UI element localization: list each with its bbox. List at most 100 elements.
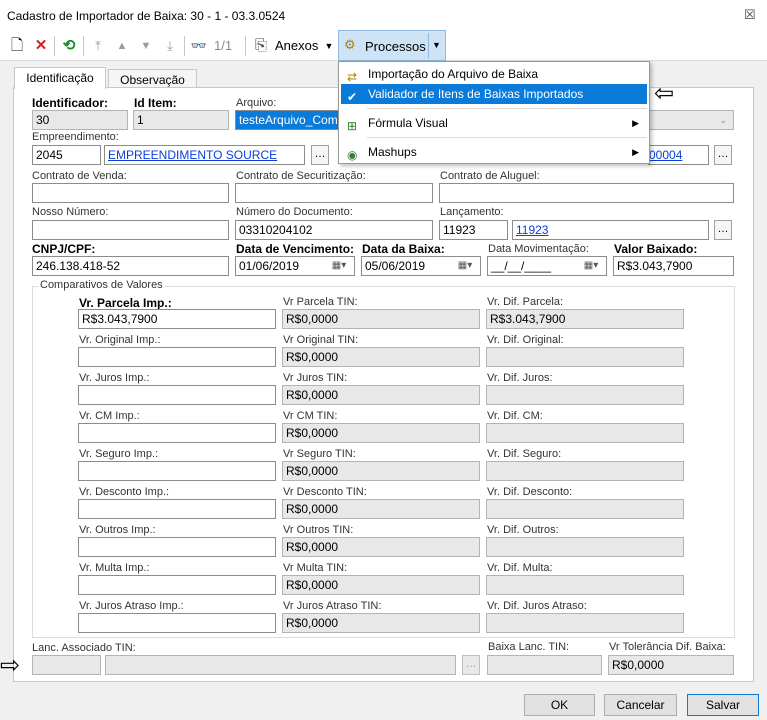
comparativo-tin-field[interactable]: R$0,0000	[282, 613, 480, 633]
next-record-icon[interactable]: ▼	[137, 36, 155, 56]
menu-item-label: Validador de Itens de Baixas Importados	[368, 87, 584, 101]
comparativo-imp-field[interactable]	[78, 461, 276, 481]
first-record-icon[interactable]: ⤒	[89, 36, 107, 56]
previous-record-icon[interactable]: ▲	[113, 36, 131, 56]
comparativo-dif-field[interactable]	[486, 423, 684, 443]
menu-item-mashups[interactable]: ◉ Mashups ▶	[341, 142, 647, 162]
empreendimento-code-field[interactable]: 2045	[32, 145, 101, 165]
data-baixa-label: Data da Baixa:	[362, 242, 445, 256]
delete-icon[interactable]: ✕	[33, 36, 49, 56]
lanc-associado-desc-field[interactable]	[105, 655, 456, 675]
empreendimento-lookup-button[interactable]: …	[311, 145, 329, 165]
comparativo-dif-label: Vr. Dif. Original:	[487, 334, 564, 346]
data-baixa-field[interactable]: 05/06/2019 ▦▾	[361, 256, 481, 276]
comparativo-dif-field[interactable]	[486, 499, 684, 519]
anexos-dropdown-icon[interactable]: ▼	[323, 36, 335, 56]
binoculars-icon[interactable]: 👓	[189, 36, 209, 56]
lancamento-lookup-button[interactable]: …	[714, 220, 732, 240]
data-vencimento-label: Data de Vencimento:	[236, 242, 355, 256]
toolbar-separator	[184, 36, 185, 56]
identificador-field[interactable]: 30	[32, 110, 128, 130]
data-movimentacao-field[interactable]: __/__/____ ▦▾	[487, 256, 607, 276]
contrato-aluguel-field[interactable]	[439, 183, 734, 203]
toolbar-separator	[245, 36, 246, 56]
comparativo-dif-field[interactable]	[486, 613, 684, 633]
contrato-venda-label: Contrato de Venda:	[32, 170, 127, 182]
lancamento-code-field[interactable]: 11923	[439, 220, 508, 240]
cancelar-button[interactable]: Cancelar	[604, 694, 677, 716]
tab-identificacao[interactable]: Identificação	[14, 67, 106, 89]
calendar-icon[interactable]: ▦▾	[577, 258, 605, 274]
comparativo-dif-field[interactable]	[486, 575, 684, 595]
processos-dropdown-icon[interactable]: ▼	[432, 40, 441, 50]
valor-baixado-label: Valor Baixado:	[614, 242, 698, 256]
contrato-aluguel-label: Contrato de Aluguel:	[440, 170, 540, 182]
comparativo-imp-field[interactable]	[78, 613, 276, 633]
new-document-icon[interactable]: 🗋	[9, 36, 25, 56]
comparativo-dif-field[interactable]: R$3.043,7900	[486, 309, 684, 329]
close-icon[interactable]: ☒	[744, 7, 756, 23]
comparativo-tin-label: Vr Desconto TIN:	[283, 486, 367, 498]
empreendimento-link[interactable]: EMPREENDIMENTO SOURCE	[104, 145, 305, 165]
vr-tolerancia-label: Vr Tolerância Dif. Baixa:	[609, 641, 726, 653]
calendar-icon[interactable]: ▦▾	[325, 258, 353, 274]
record-link[interactable]: 00004	[648, 145, 709, 165]
menu-separator	[367, 137, 647, 138]
comparativo-imp-label: Vr. Desconto Imp.:	[79, 486, 170, 498]
vr-tolerancia-field[interactable]: R$0,0000	[608, 655, 734, 675]
comparativo-tin-field[interactable]: R$0,0000	[282, 499, 480, 519]
comparativo-tin-label: Vr Juros TIN:	[283, 372, 348, 384]
lancamento-link[interactable]: 11923	[512, 220, 709, 240]
comparativo-imp-field[interactable]: R$3.043,7900	[78, 309, 276, 329]
lanc-associado-lookup-button[interactable]: …	[462, 655, 480, 675]
comparativo-imp-field[interactable]	[78, 347, 276, 367]
processos-button[interactable]: ⚙ Processos ▼	[338, 30, 446, 61]
comparativo-dif-field[interactable]	[486, 537, 684, 557]
valor-baixado-field[interactable]: R$3.043,7900	[613, 256, 734, 276]
comparativo-imp-field[interactable]	[78, 423, 276, 443]
contrato-venda-field[interactable]	[32, 183, 229, 203]
comparativo-tin-field[interactable]: R$0,0000	[282, 347, 480, 367]
numero-documento-field[interactable]: 03310204102	[235, 220, 433, 240]
comparativo-imp-field[interactable]	[78, 385, 276, 405]
menu-item-importacao[interactable]: ⇄ Importação do Arquivo de Baixa	[341, 64, 647, 84]
comparativo-imp-field[interactable]	[78, 537, 276, 557]
data-vencimento-field[interactable]: 01/06/2019 ▦▾	[235, 256, 355, 276]
comparativo-tin-field[interactable]: R$0,0000	[282, 537, 480, 557]
toolbar-separator	[54, 36, 55, 56]
cnpj-label: CNPJ/CPF:	[32, 242, 96, 256]
comparativo-tin-field[interactable]: R$0,0000	[282, 385, 480, 405]
paperclip-icon[interactable]: ⎘	[253, 36, 269, 56]
last-record-icon[interactable]: ⤓	[161, 36, 179, 56]
cnpj-field[interactable]: 246.138.418-52	[32, 256, 229, 276]
arquivo-field[interactable]: testeArquivo_Comple	[235, 110, 345, 130]
menu-item-label: Fórmula Visual	[368, 116, 448, 130]
anexos-button[interactable]: Anexos	[275, 38, 318, 53]
nosso-numero-field[interactable]	[32, 220, 229, 240]
comparativo-tin-field[interactable]: R$0,0000	[282, 461, 480, 481]
comparativo-tin-label: Vr CM TIN:	[283, 410, 338, 422]
comparativo-dif-field[interactable]	[486, 461, 684, 481]
baixa-lanc-field[interactable]	[487, 655, 602, 675]
menu-item-validador[interactable]: ✔ Validador de Itens de Baixas Importado…	[341, 84, 647, 104]
processos-menu: ⇄ Importação do Arquivo de Baixa ✔ Valid…	[338, 61, 650, 164]
contrato-securitizacao-field[interactable]	[235, 183, 433, 203]
salvar-button[interactable]: Salvar	[687, 694, 759, 716]
comparativo-dif-field[interactable]	[486, 385, 684, 405]
comparativo-imp-field[interactable]	[78, 575, 276, 595]
comparativo-tin-field[interactable]: R$0,0000	[282, 423, 480, 443]
comparativo-imp-field[interactable]	[78, 499, 276, 519]
comparativo-dif-field[interactable]	[486, 347, 684, 367]
comparativo-dif-label: Vr. Dif. Juros Atraso:	[487, 600, 587, 612]
record-lookup-button[interactable]: …	[714, 145, 732, 165]
comparativo-tin-field[interactable]: R$0,0000	[282, 575, 480, 595]
ok-button[interactable]: OK	[524, 694, 595, 716]
refresh-icon[interactable]: ⟲	[60, 36, 78, 56]
lanc-associado-code-field[interactable]	[32, 655, 101, 675]
comparativo-tin-field[interactable]: R$0,0000	[282, 309, 480, 329]
calendar-icon[interactable]: ▦▾	[451, 258, 479, 274]
arquivo-label: Arquivo:	[236, 97, 277, 109]
comparativo-tin-label: Vr Parcela TIN:	[283, 296, 358, 308]
id-item-field[interactable]: 1	[133, 110, 229, 130]
menu-item-formula-visual[interactable]: ⊞ Fórmula Visual ▶	[341, 113, 647, 133]
